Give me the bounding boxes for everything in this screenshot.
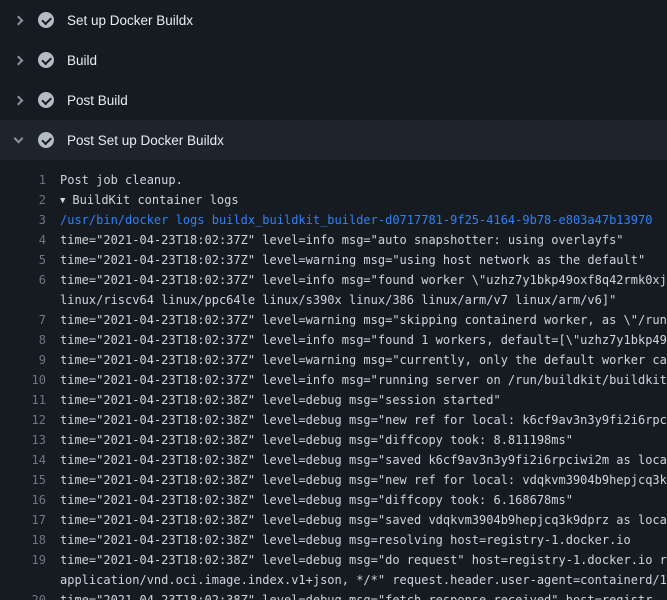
line-number[interactable]: 2 [0,190,46,210]
log-text: time="2021-04-23T18:02:38Z" level=debug … [60,510,667,530]
log-text: time="2021-04-23T18:02:37Z" level=warnin… [60,250,667,270]
log-line[interactable]: 19 time="2021-04-23T18:02:38Z" level=debu… [0,550,667,570]
log-line[interactable]: 20 time="2021-04-23T18:02:38Z" level=debu… [0,590,667,600]
log-text: time="2021-04-23T18:02:38Z" level=debug … [60,410,667,430]
actions-log-viewer: Set up Docker Buildx Build Post Build Post … [0,0,667,600]
line-number[interactable]: 20 [0,590,46,600]
step-title: Post Build [67,93,128,108]
line-number[interactable]: 3 [0,210,46,230]
check-circle-icon [38,132,54,148]
log-line[interactable]: 3/usr/bin/docker logs buildx_buildkit_bu… [0,210,667,230]
log-line[interactable]: 1 Post job cleanup. [0,170,667,190]
log-line[interactable]: 11 time="2021-04-23T18:02:38Z" level=debu… [0,390,667,410]
log-text: time="2021-04-23T18:02:37Z" level=info m… [60,330,667,350]
line-number[interactable]: 4 [0,230,46,250]
log-text: time="2021-04-23T18:02:38Z" level=debug … [60,430,667,450]
log-line[interactable]: 12 time="2021-04-23T18:02:38Z" level=debu… [0,410,667,430]
check-circle-icon [38,92,54,108]
check-circle-icon [38,12,54,28]
step-header[interactable]: Post Set up Docker Buildx [0,120,667,160]
log-line[interactable]: linux/riscv64 linux/ppc64le linux/s390x … [0,290,667,310]
line-number[interactable]: 6 [0,270,46,290]
log-text: application/vnd.oci.image.index.v1+json,… [60,570,667,590]
log-lines: 1 Post job cleanup. 2 ▼ BuildKit container l… [0,160,667,600]
log-text: time="2021-04-23T18:02:37Z" level=info m… [60,230,667,250]
log-line[interactable]: 10 time="2021-04-23T18:02:37Z" level=info… [0,370,667,390]
chevron-glyph [13,15,23,25]
log-line[interactable]: 17 time="2021-04-23T18:02:38Z" level=debu… [0,510,667,530]
step-title: Post Set up Docker Buildx [67,133,224,148]
line-number[interactable]: 10 [0,370,46,390]
step-header[interactable]: Set up Docker Buildx [0,0,667,40]
check-circle-icon [38,52,54,68]
log-line[interactable]: 2 ▼ BuildKit container logs [0,190,667,210]
line-number[interactable]: 16 [0,490,46,510]
log-text: ▼ BuildKit container logs [60,190,667,210]
line-number[interactable]: 17 [0,510,46,530]
line-number[interactable]: 9 [0,350,46,370]
log-line[interactable]: 9 time="2021-04-23T18:02:37Z" level=warni… [0,350,667,370]
line-number[interactable]: 5 [0,250,46,270]
line-number[interactable]: 12 [0,410,46,430]
log-line[interactable]: 14 time="2021-04-23T18:02:38Z" level=debu… [0,450,667,470]
line-number [0,290,46,310]
log-text: Post job cleanup. [60,170,667,190]
step-title: Build [67,53,97,68]
log-text: time="2021-04-23T18:02:37Z" level=warnin… [60,310,667,330]
log-text: time="2021-04-23T18:02:37Z" level=warnin… [60,350,667,370]
log-text: time="2021-04-23T18:02:38Z" level=debug … [60,450,667,470]
log-text: linux/riscv64 linux/ppc64le linux/s390x … [60,290,667,310]
log-text: time="2021-04-23T18:02:38Z" level=debug … [60,530,667,550]
log-text: time="2021-04-23T18:02:38Z" level=debug … [60,390,667,410]
step-header[interactable]: Post Build [0,80,667,120]
chevron-glyph [13,95,23,105]
log-line[interactable]: 8 time="2021-04-23T18:02:37Z" level=info … [0,330,667,350]
log-line[interactable]: 16 time="2021-04-23T18:02:38Z" level=debu… [0,490,667,510]
log-line[interactable]: 6 time="2021-04-23T18:02:37Z" level=info … [0,270,667,290]
chevron-glyph [13,134,23,144]
step-header[interactable]: Build [0,40,667,80]
log-line[interactable]: 4 time="2021-04-23T18:02:37Z" level=info … [0,230,667,250]
line-number[interactable]: 7 [0,310,46,330]
log-text: time="2021-04-23T18:02:37Z" level=info m… [60,270,667,290]
step-title: Set up Docker Buildx [67,13,193,28]
step-list: Set up Docker Buildx Build Post Build Post … [0,0,667,160]
line-number[interactable]: 15 [0,470,46,490]
log-line[interactable]: 5 time="2021-04-23T18:02:37Z" level=warni… [0,250,667,270]
chevron-glyph [13,55,23,65]
line-number[interactable]: 18 [0,530,46,550]
log-text: time="2021-04-23T18:02:37Z" level=info m… [60,370,667,390]
group-title: BuildKit container logs [72,193,238,207]
line-number[interactable]: 8 [0,330,46,350]
group-toggle-icon: ▼ [60,191,65,210]
line-number[interactable]: 19 [0,550,46,570]
line-number[interactable]: 13 [0,430,46,450]
chevron-right-icon[interactable] [12,17,24,24]
line-number[interactable]: 1 [0,170,46,190]
log-line[interactable]: application/vnd.oci.image.index.v1+json,… [0,570,667,590]
log-line[interactable]: 13 time="2021-04-23T18:02:38Z" level=debu… [0,430,667,450]
chevron-down-icon[interactable] [12,138,24,142]
chevron-right-icon[interactable] [12,57,24,64]
log-line[interactable]: 7 time="2021-04-23T18:02:37Z" level=warni… [0,310,667,330]
chevron-right-icon[interactable] [12,97,24,104]
line-number [0,570,46,590]
log-line[interactable]: 18 time="2021-04-23T18:02:38Z" level=debu… [0,530,667,550]
log-line[interactable]: 15 time="2021-04-23T18:02:38Z" level=debu… [0,470,667,490]
log-text: time="2021-04-23T18:02:38Z" level=debug … [60,490,667,510]
line-number[interactable]: 11 [0,390,46,410]
log-text: time="2021-04-23T18:02:38Z" level=debug … [60,470,667,490]
command-text: /usr/bin/docker logs buildx_buildkit_bui… [60,210,667,230]
line-number[interactable]: 14 [0,450,46,470]
log-text: time="2021-04-23T18:02:38Z" level=debug … [60,550,667,570]
log-text: time="2021-04-23T18:02:38Z" level=debug … [60,590,667,600]
